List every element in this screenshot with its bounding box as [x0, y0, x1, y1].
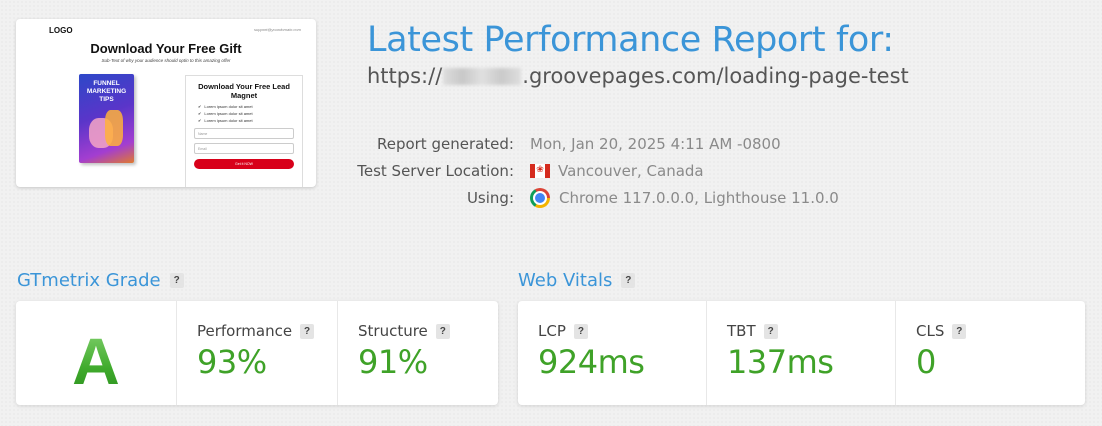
chrome-icon	[530, 187, 550, 208]
thumb-bullet-list: Lorem ipsum dolor sit amet Lorem ipsum d…	[198, 103, 302, 124]
report-meta: Report generated: Mon, Jan 20, 2025 4:11…	[330, 130, 839, 211]
tbt-cell: TBT ? 137ms	[707, 301, 896, 405]
grade-letter: A	[16, 323, 176, 399]
thumb-bullet: Lorem ipsum dolor sit amet	[198, 117, 302, 124]
thumb-cta-button: Get it NOW	[194, 159, 294, 169]
web-vitals-card: LCP ? 924ms TBT ? 137ms CLS ? 0	[518, 301, 1085, 405]
thumb-logo: LOGO	[49, 26, 73, 35]
meta-label: Report generated:	[376, 134, 514, 153]
help-icon[interactable]: ?	[763, 323, 778, 339]
thumb-book-title: FUNNEL MARKETING TIPS	[86, 80, 127, 103]
redacted-subdomain	[443, 67, 522, 85]
help-icon[interactable]: ?	[300, 323, 315, 339]
report-title: Latest Performance Report for:	[367, 20, 894, 60]
url-suffix: .groovepages.com/loading-page-test	[522, 64, 909, 88]
cls-cell: CLS ? 0	[896, 301, 1085, 405]
meta-value: Chrome 117.0.0.0, Lighthouse 11.0.0	[516, 187, 839, 208]
lcp-label: LCP ?	[538, 322, 588, 340]
thumb-bullet: Lorem ipsum dolor sit amet	[198, 110, 302, 117]
thumb-email-field: Email	[194, 143, 294, 154]
report-url[interactable]: https:// .groovepages.com/loading-page-t…	[367, 64, 909, 88]
structure-cell: Structure ? 91%	[338, 301, 498, 405]
web-vitals-heading: Web Vitals ?	[518, 270, 636, 291]
thumb-email: support@yourdomain.com	[254, 27, 301, 32]
help-icon[interactable]: ?	[435, 323, 450, 339]
help-icon[interactable]: ?	[621, 273, 636, 288]
thumb-bullet: Lorem ipsum dolor sit amet	[198, 103, 302, 110]
meta-value: Mon, Jan 20, 2025 4:11 AM -0800	[530, 134, 781, 153]
thumb-subtitle: Sub-Text of why your audience should opt…	[101, 58, 231, 63]
lcp-value: 924ms	[538, 343, 645, 381]
canada-flag-icon: ❀	[530, 163, 550, 178]
lcp-cell: LCP ? 924ms	[518, 301, 707, 405]
thumb-title: Download Your Free Gift	[90, 41, 242, 56]
help-icon[interactable]: ?	[169, 273, 184, 288]
thumb-book-cover: FUNNEL MARKETING TIPS	[79, 74, 134, 163]
grade-card: A Performance ? 93% Structure ? 91%	[16, 301, 498, 405]
gtmetrix-grade-heading: GTmetrix Grade ?	[17, 270, 184, 291]
tbt-label: TBT ?	[727, 322, 778, 340]
help-icon[interactable]: ?	[573, 323, 588, 339]
cls-value: 0	[916, 343, 936, 381]
performance-cell: Performance ? 93%	[177, 301, 338, 405]
meta-row-location: Test Server Location: ❀ Vancouver, Canad…	[330, 157, 839, 184]
meta-label: Using:	[466, 188, 514, 207]
performance-value: 93%	[197, 343, 267, 381]
meta-row-generated: Report generated: Mon, Jan 20, 2025 4:11…	[330, 130, 839, 157]
cls-label: CLS ?	[916, 322, 967, 340]
structure-value: 91%	[358, 343, 428, 381]
meta-value: ❀ Vancouver, Canada	[516, 162, 704, 180]
grade-cell: A	[16, 301, 177, 405]
meta-label: Test Server Location:	[357, 161, 514, 180]
tbt-value: 137ms	[727, 343, 834, 381]
performance-label: Performance ?	[197, 322, 315, 340]
thumb-name-field: Name	[194, 128, 294, 139]
help-icon[interactable]: ?	[952, 323, 967, 339]
page-screenshot-thumbnail[interactable]: LOGO support@yourdomain.com Download You…	[16, 19, 316, 187]
thumb-optin-form: Download Your Free Lead Magnet Lorem ips…	[185, 75, 303, 187]
thumb-form-title: Download Your Free Lead Magnet	[198, 82, 290, 100]
structure-label: Structure ?	[358, 322, 450, 340]
url-prefix: https://	[367, 64, 443, 88]
meta-row-using: Using: Chrome 117.0.0.0, Lighthouse 11.0…	[330, 184, 839, 211]
